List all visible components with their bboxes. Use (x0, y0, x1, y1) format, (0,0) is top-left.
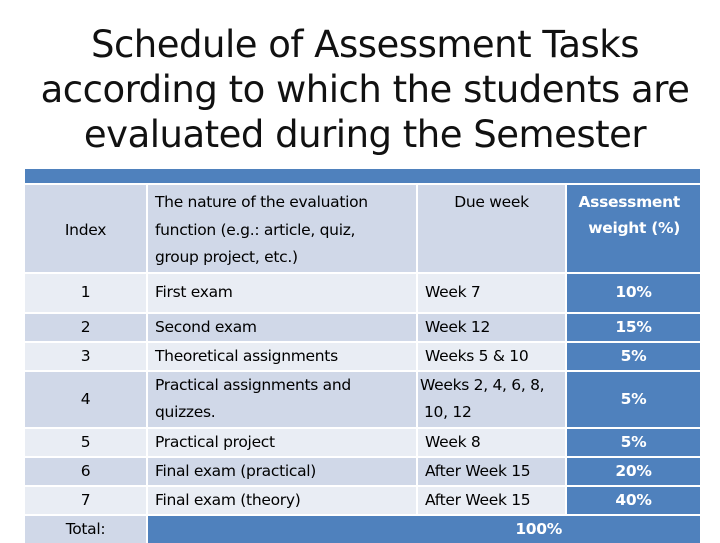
slide-title-line: Schedule of Assessment Tasks (90, 23, 640, 66)
row-nature: First exam (148, 271, 418, 312)
total-label: Total: (25, 513, 148, 543)
header-due-week: Due week (418, 183, 567, 272)
table-total-row: Total: 100% (25, 513, 700, 543)
row-index: 6 (25, 455, 148, 485)
table-row: 1 First exam Week 7 10% (25, 271, 700, 312)
row-nature: Final exam (theory) (148, 484, 418, 514)
row-index: 1 (25, 271, 148, 312)
row-due-week: Weeks 5 & 10 (418, 340, 567, 370)
row-nature-line: quizzes. (155, 403, 216, 421)
table-row: 7 Final exam (theory) After Week 15 40% (25, 484, 700, 514)
header-nature-line: group project, etc.) (155, 248, 298, 266)
row-weight: 5% (567, 340, 700, 370)
header-index: Index (25, 183, 148, 272)
header-nature: The nature of the evaluation function (e… (148, 183, 418, 272)
row-due-week-line: Weeks 2, 4, 6, 8, (420, 375, 545, 394)
row-weight: 5% (567, 426, 700, 456)
row-due-week: Week 12 (418, 311, 567, 341)
row-index: 2 (25, 311, 148, 341)
table-row: 6 Final exam (practical) After Week 15 2… (25, 455, 700, 485)
row-nature: Second exam (148, 311, 418, 341)
slide-title: Schedule of Assessment Tasks according t… (40, 22, 690, 157)
table-row: 5 Practical project Week 8 5% (25, 426, 700, 456)
header-weight-line: Assessment (578, 193, 680, 211)
slide-title-line: according to which the students are (40, 68, 690, 111)
row-nature: Final exam (practical) (148, 455, 418, 485)
table-header-row: Index The nature of the evaluation funct… (25, 183, 700, 272)
row-weight: 5% (567, 369, 700, 427)
assessment-table: Index The nature of the evaluation funct… (25, 183, 700, 543)
table-row: 2 Second exam Week 12 15% (25, 311, 700, 341)
total-value: 100% (148, 513, 700, 543)
row-due-week: Week 7 (418, 271, 567, 312)
row-nature: Practical project (148, 426, 418, 456)
row-index: 5 (25, 426, 148, 456)
row-index: 4 (25, 369, 148, 427)
row-nature-line: Practical assignments and (155, 375, 351, 394)
row-due-week: After Week 15 (418, 484, 567, 514)
row-nature: Practical assignments and quizzes. (148, 369, 418, 427)
header-nature-line: The nature of the evaluation (155, 193, 368, 211)
slide-title-line: evaluated during the Semester (83, 113, 647, 156)
row-due-week: Week 8 (418, 426, 567, 456)
row-nature: Theoretical assignments (148, 340, 418, 370)
row-index: 3 (25, 340, 148, 370)
header-weight: Assessment weight (%) (567, 183, 700, 272)
row-due-week: After Week 15 (418, 455, 567, 485)
header-weight-line: weight (%) (588, 219, 680, 237)
row-index: 7 (25, 484, 148, 514)
row-weight: 40% (567, 484, 700, 514)
row-weight: 20% (567, 455, 700, 485)
row-weight: 10% (567, 271, 700, 312)
table-top-band (25, 169, 700, 183)
row-weight: 15% (567, 311, 700, 341)
table-row: 3 Theoretical assignments Weeks 5 & 10 5… (25, 340, 700, 370)
row-due-week: Weeks 2, 4, 6, 8, 10, 12 (418, 369, 567, 427)
table-row: 4 Practical assignments and quizzes. Wee… (25, 369, 700, 427)
header-nature-line: function (e.g.: article, quiz, (155, 220, 356, 239)
row-due-week-line: 10, 12 (424, 403, 472, 421)
